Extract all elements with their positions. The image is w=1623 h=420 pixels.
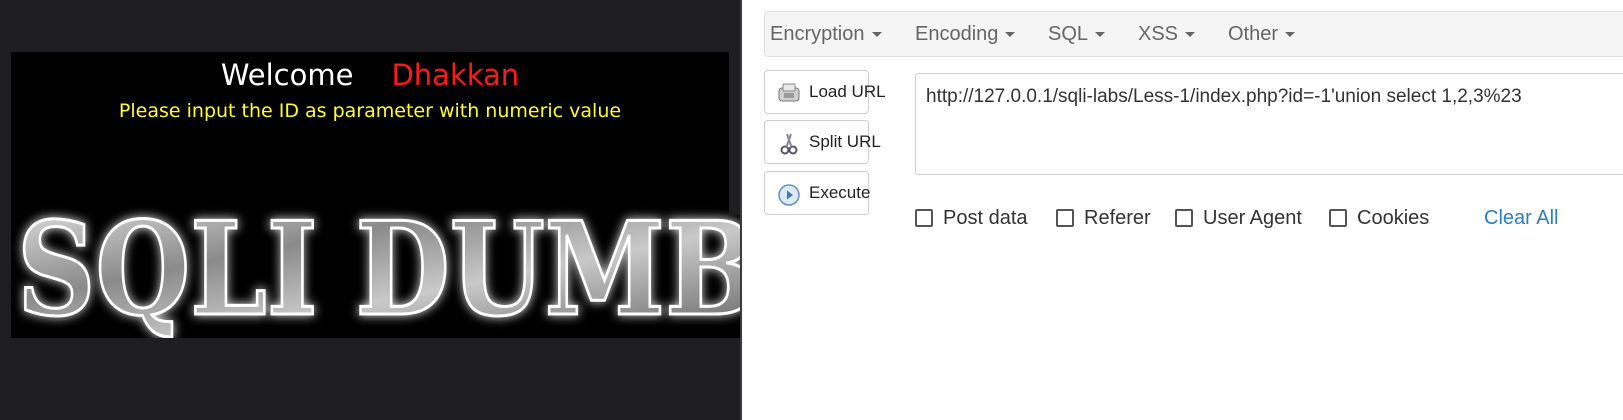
referer-option[interactable]: Referer: [1056, 204, 1151, 232]
menu-sql[interactable]: SQL: [1048, 12, 1106, 56]
cookies-checkbox[interactable]: [1329, 209, 1347, 227]
instruction-text: Please input the ID as parameter with nu…: [118, 100, 622, 122]
chevron-down-icon: [1185, 32, 1196, 38]
welcome-text: Welcome: [220, 58, 354, 92]
post-data-option[interactable]: Post data: [915, 204, 1028, 232]
menu-encoding[interactable]: Encoding: [915, 12, 1016, 56]
post-data-checkbox[interactable]: [915, 209, 933, 227]
page-preview: Welcome Dhakkan Please input the ID as pa…: [0, 0, 740, 420]
split-url-label: Split URL: [809, 132, 881, 151]
user-agent-option[interactable]: User Agent: [1175, 204, 1302, 232]
menu-encryption[interactable]: Encryption: [770, 12, 882, 56]
banner-edge: [729, 52, 740, 215]
url-input[interactable]: http://127.0.0.1/sqli-labs/Less-1/index.…: [915, 73, 1623, 175]
menu-encryption-label: Encryption: [770, 23, 865, 45]
load-url-label: Load URL: [809, 82, 886, 101]
hackbar-menubar: Encryption Encoding SQL XSS Other: [764, 11, 1623, 57]
referer-label: Referer: [1084, 207, 1151, 229]
chevron-down-icon: [1005, 32, 1016, 38]
menu-encoding-label: Encoding: [915, 23, 999, 45]
menu-sql-label: SQL: [1048, 23, 1089, 45]
post-data-label: Post data: [943, 207, 1028, 229]
menu-xss[interactable]: XSS: [1138, 12, 1196, 56]
split-url-button[interactable]: Split URL: [764, 120, 881, 164]
sqli-banner: Welcome Dhakkan Please input the ID as pa…: [11, 52, 740, 338]
clear-all-link[interactable]: Clear All: [1484, 204, 1558, 232]
chevron-down-icon: [871, 32, 882, 38]
logo-text: SQLI DUMB: [17, 202, 740, 338]
cookies-option[interactable]: Cookies: [1329, 204, 1429, 232]
sqli-dumb-logo: SQLI DUMB: [16, 202, 741, 338]
load-url-button[interactable]: Load URL: [764, 70, 886, 114]
execute-button[interactable]: Execute: [764, 171, 871, 215]
cookies-label: Cookies: [1357, 207, 1430, 229]
menu-xss-label: XSS: [1138, 23, 1179, 45]
execute-label: Execute: [809, 183, 871, 202]
welcome-line: Welcome Dhakkan: [11, 57, 729, 93]
welcome-username: Dhakkan: [391, 58, 520, 92]
menu-other-label: Other: [1228, 23, 1279, 45]
menu-other[interactable]: Other: [1228, 12, 1296, 56]
hackbar-panel: Encryption Encoding SQL XSS Other Load U…: [742, 0, 1623, 420]
chevron-down-icon: [1095, 32, 1106, 38]
load-url-icon: [777, 82, 801, 109]
user-agent-label: User Agent: [1203, 207, 1302, 229]
chevron-down-icon: [1285, 32, 1296, 38]
scissors-icon: [777, 132, 801, 161]
user-agent-checkbox[interactable]: [1175, 209, 1193, 227]
referer-checkbox[interactable]: [1056, 209, 1074, 227]
play-icon: [777, 183, 801, 212]
